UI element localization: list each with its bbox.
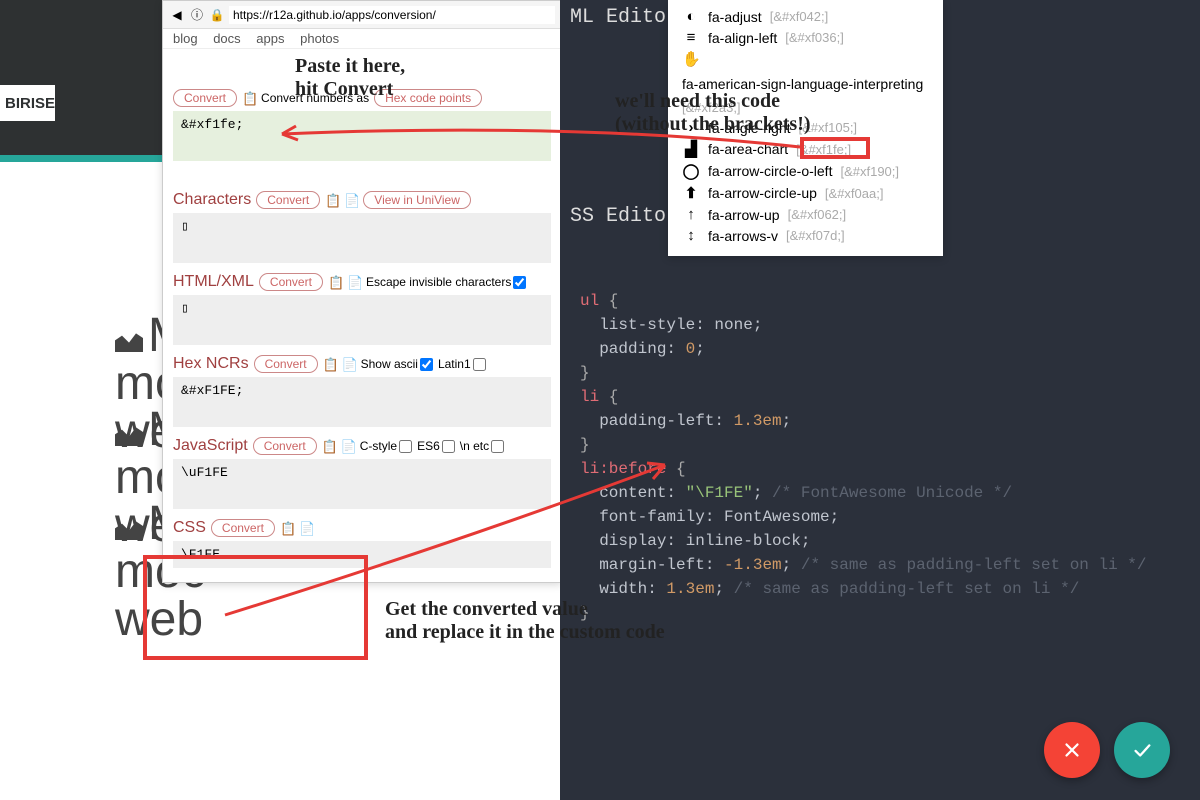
area-chart-icon: ▟ [682,140,700,158]
escape-checkbox[interactable]: Escape invisible characters [366,275,526,289]
css-convert-button[interactable]: Convert [211,519,275,537]
list-item[interactable]: ◐fa-adjust[&#xf042;] [682,6,929,27]
area-chart-icon [115,331,143,351]
copy-icon[interactable]: 📋 [325,193,339,207]
nav-docs[interactable]: docs [213,31,240,46]
list-item[interactable]: ◯fa-arrow-circle-o-left[&#xf190;] [682,160,929,182]
hexncr-title: Hex NCRs [173,355,249,373]
nav-blog[interactable]: blog [173,31,198,46]
js-output[interactable]: \uF1FE [173,459,551,509]
htmlxml-section: HTML/XML Convert 📋 📄 Escape invisible ch… [163,267,561,349]
uniview-button[interactable]: View in UniView [363,191,471,209]
area-chart-icon [115,425,143,445]
js-title: JavaScript [173,437,248,455]
close-icon [1061,739,1083,761]
javascript-section: JavaScript Convert 📋 📄 C-style ES6 \n et… [163,431,561,513]
align-left-icon: ≡ [682,29,700,46]
doc-icon[interactable]: 📄 [342,357,356,371]
netc-checkbox[interactable]: \n etc [460,439,504,453]
info-icon[interactable]: ⓘ [189,7,205,23]
brand-badge: BIRISE [0,85,55,121]
copy-icon[interactable]: 📋 [323,357,337,371]
latin1-checkbox[interactable]: Latin1 [438,357,486,371]
check-icon [1131,739,1153,761]
url-input[interactable] [229,6,555,24]
js-convert-button[interactable]: Convert [253,437,317,455]
doc-icon[interactable]: 📄 [341,439,355,453]
highlight-css-box [143,555,368,660]
asl-icon: ✋ [682,50,700,68]
annotation-get-value: Get the converted value and replace it i… [385,598,665,644]
ascii-checkbox[interactable]: Show ascii [361,357,433,371]
cstyle-checkbox[interactable]: C-style [360,439,412,453]
confirm-fab[interactable] [1114,722,1170,778]
es6-checkbox[interactable]: ES6 [417,439,455,453]
copy-icon[interactable]: 📋 [280,521,294,535]
characters-output[interactable]: ▯ [173,213,551,263]
cancel-fab[interactable] [1044,722,1100,778]
highlight-code-box [800,137,870,159]
hexncr-convert-button[interactable]: Convert [254,355,318,373]
convert-output[interactable]: &#xf1fe; [173,111,551,161]
htmlxml-output[interactable]: ▯ [173,295,551,345]
css-title: CSS [173,519,206,537]
convert-button[interactable]: Convert [173,89,237,107]
nav-links: blog docs apps photos [163,29,561,49]
characters-convert-button[interactable]: Convert [256,191,320,209]
address-bar: ◀ ⓘ 🔒 [163,1,561,29]
htmlxml-convert-button[interactable]: Convert [259,273,323,291]
list-item[interactable]: ↕fa-arrows-v[&#xf07d;] [682,225,929,246]
back-icon[interactable]: ◀ [169,7,185,23]
doc-icon[interactable]: 📄 [299,521,313,535]
copy-icon[interactable]: 📋 [322,439,336,453]
css-code-body[interactable]: ul { list-style: none; padding: 0; } li … [580,265,1147,625]
copy-icon[interactable]: 📋 [242,91,256,105]
doc-icon[interactable]: 📄 [344,193,358,207]
annotation-need-code: we'll need this code (without the bracke… [615,90,811,136]
list-item[interactable]: ↑fa-arrow-up[&#xf062;] [682,204,929,225]
arrow-circle-up-icon: ⬆ [682,184,700,202]
arrow-up-icon: ↑ [682,206,700,223]
copy-icon[interactable]: 📋 [328,275,342,289]
nav-apps[interactable]: apps [256,31,284,46]
lock-icon: 🔒 [209,7,225,23]
characters-section: Characters Convert 📋 📄 View in UniView ▯ [163,185,561,267]
hexncr-output[interactable]: &#xF1FE; [173,377,551,427]
area-chart-icon [115,519,143,539]
characters-title: Characters [173,191,251,209]
hexncr-section: Hex NCRs Convert 📋 📄 Show ascii Latin1 &… [163,349,561,431]
list-item[interactable]: ≡fa-align-left[&#xf036;] [682,27,929,48]
htmlxml-title: HTML/XML [173,273,254,291]
list-item[interactable]: ⬆fa-arrow-circle-up[&#xf0aa;] [682,182,929,204]
doc-icon[interactable]: 📄 [347,275,361,289]
annotation-paste: Paste it here, hit Convert [295,55,405,101]
nav-photos[interactable]: photos [300,31,339,46]
arrow-circle-left-icon: ◯ [682,162,700,180]
arrows-v-icon: ↕ [682,227,700,244]
adjust-icon: ◐ [682,8,700,25]
